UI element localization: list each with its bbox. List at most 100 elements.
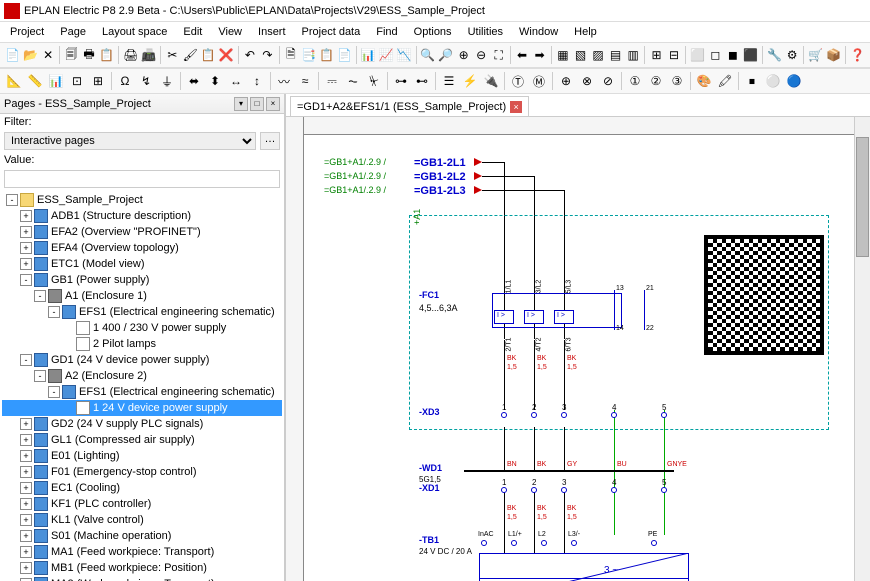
toolbar-button[interactable]: ⊖ [473,45,490,65]
toolbar-button[interactable]: 🔧 [766,45,783,65]
toolbar-button[interactable]: ≈ [295,71,315,91]
toolbar-button[interactable]: ⊕ [556,71,576,91]
toolbar-button[interactable]: ✕ [40,45,57,65]
toolbar-button[interactable]: 〰 [274,71,294,91]
tree-node[interactable]: +EFA4 (Overview topology) [2,240,282,256]
tree-node[interactable]: +ADB1 (Structure description) [2,208,282,224]
toolbar-button[interactable]: 📋 [98,45,115,65]
expand-icon[interactable]: + [20,210,32,222]
toolbar-button[interactable]: 🗎 [283,45,300,65]
expand-icon[interactable]: + [20,562,32,574]
toolbar-button[interactable]: 📏 [25,71,45,91]
toolbar-button[interactable]: Ⓜ [529,71,549,91]
toolbar-button[interactable]: ⏦ [343,71,363,91]
toolbar-button[interactable]: 🛒 [807,45,824,65]
toolbar-button[interactable]: 📊 [46,71,66,91]
toolbar-button[interactable]: 🖌 [182,45,199,65]
toolbar-button[interactable]: 🗐 [63,45,80,65]
collapse-icon[interactable]: - [20,354,32,366]
panel-close-icon[interactable]: × [266,97,280,111]
tree-node[interactable]: +F01 (Emergency-stop control) [2,464,282,480]
toolbar-button[interactable]: 🎨 [694,71,714,91]
scrollbar-vertical[interactable] [854,117,870,581]
toolbar-button[interactable]: ▦ [555,45,572,65]
collapse-icon[interactable]: - [20,274,32,286]
collapse-icon[interactable]: - [48,386,60,398]
toolbar-button[interactable]: ⚪ [763,71,783,91]
toolbar-button[interactable]: 📂 [22,45,39,65]
document-tab[interactable]: =GD1+A2&EFS1/1 (ESS_Sample_Project) × [290,96,529,116]
tree-node[interactable]: +S01 (Machine operation) [2,528,282,544]
menu-edit[interactable]: Edit [177,24,208,40]
menu-project[interactable]: Project [4,24,50,40]
menu-layout-space[interactable]: Layout space [96,24,173,40]
expand-icon[interactable]: + [20,482,32,494]
tree-node[interactable]: -EFS1 (Electrical engineering schematic) [2,304,282,320]
filter-more-button[interactable]: … [260,132,280,150]
tree-node[interactable]: -GB1 (Power supply) [2,272,282,288]
menu-utilities[interactable]: Utilities [462,24,509,40]
tree-node[interactable]: 1 400 / 230 V power supply [2,320,282,336]
toolbar-button[interactable]: ⬍ [205,71,225,91]
expand-icon[interactable]: + [20,498,32,510]
toolbar-button[interactable]: 📈 [378,45,395,65]
toolbar-button[interactable]: ↕ [247,71,267,91]
toolbar-button[interactable]: ⊶ [391,71,411,91]
toolbar-button[interactable]: 🖶 [81,45,98,65]
toolbar-button[interactable]: ⊞ [648,45,665,65]
tree-node[interactable]: 1 24 V device power supply [2,400,282,416]
tree-node[interactable]: +EFA2 (Overview "PROFINET") [2,224,282,240]
toolbar-button[interactable]: ⊟ [666,45,683,65]
toolbar-button[interactable]: ⚡ [460,71,480,91]
toolbar-button[interactable]: ⊗ [577,71,597,91]
toolbar-button[interactable]: ⬜ [689,45,706,65]
toolbar-button[interactable]: 🔵 [784,71,804,91]
menu-project-data[interactable]: Project data [296,24,367,40]
expand-icon[interactable]: + [20,434,32,446]
toolbar-button[interactable]: ⊕ [455,45,472,65]
toolbar-button[interactable]: ⊷ [412,71,432,91]
expand-icon[interactable]: + [20,450,32,462]
toolbar-button[interactable]: ⬛ [742,45,759,65]
toolbar-button[interactable]: ① [625,71,645,91]
toolbar-button[interactable]: ③ [667,71,687,91]
toolbar-button[interactable]: ↯ [136,71,156,91]
toolbar-button[interactable]: ↔ [226,71,246,91]
toolbar-button[interactable]: ⏚ [157,71,177,91]
toolbar-button[interactable]: ⏧ [364,71,384,91]
toolbar-button[interactable]: 📉 [396,45,413,65]
expand-icon[interactable]: + [20,530,32,542]
toolbar-button[interactable]: 📐 [4,71,24,91]
tree-node[interactable]: +ETC1 (Model view) [2,256,282,272]
toolbar-button[interactable]: 🖍 [715,71,735,91]
project-tree[interactable]: -ESS_Sample_Project+ADB1 (Structure desc… [0,190,284,581]
toolbar-button[interactable]: 🔍 [419,45,436,65]
toolbar-button[interactable]: ✂ [164,45,181,65]
tree-node[interactable]: +EC1 (Cooling) [2,480,282,496]
menu-page[interactable]: Page [54,24,92,40]
menu-window[interactable]: Window [513,24,564,40]
toolbar-button[interactable]: Ω [115,71,135,91]
toolbar-button[interactable]: ☰ [439,71,459,91]
tree-node[interactable]: +MB1 (Feed workpiece: Position) [2,560,282,576]
panel-pin-icon[interactable]: ▾ [234,97,248,111]
toolbar-button[interactable]: ▥ [625,45,642,65]
toolbar-button[interactable]: ↷ [259,45,276,65]
filter-select[interactable]: Interactive pages [4,132,256,150]
tree-node[interactable]: +GL1 (Compressed air supply) [2,432,282,448]
tree-node[interactable]: 2 Pilot lamps [2,336,282,352]
toolbar-button[interactable]: ⏹ [742,71,762,91]
tree-node[interactable]: -A2 (Enclosure 2) [2,368,282,384]
tree-node[interactable]: -GD1 (24 V device power supply) [2,352,282,368]
tree-node[interactable]: -ESS_Sample_Project [2,192,282,208]
toolbar-button[interactable]: 📑 [300,45,317,65]
toolbar-button[interactable]: ⎓ [322,71,342,91]
toolbar-button[interactable]: 📠 [140,45,157,65]
tree-node[interactable]: +KL1 (Valve control) [2,512,282,528]
expand-icon[interactable]: + [20,466,32,478]
toolbar-button[interactable]: ⊞ [88,71,108,91]
toolbar-button[interactable]: 🖨 [122,45,139,65]
toolbar-button[interactable]: ⛶ [490,45,507,65]
toolbar-button[interactable]: ⬌ [184,71,204,91]
toolbar-button[interactable]: ⊡ [67,71,87,91]
